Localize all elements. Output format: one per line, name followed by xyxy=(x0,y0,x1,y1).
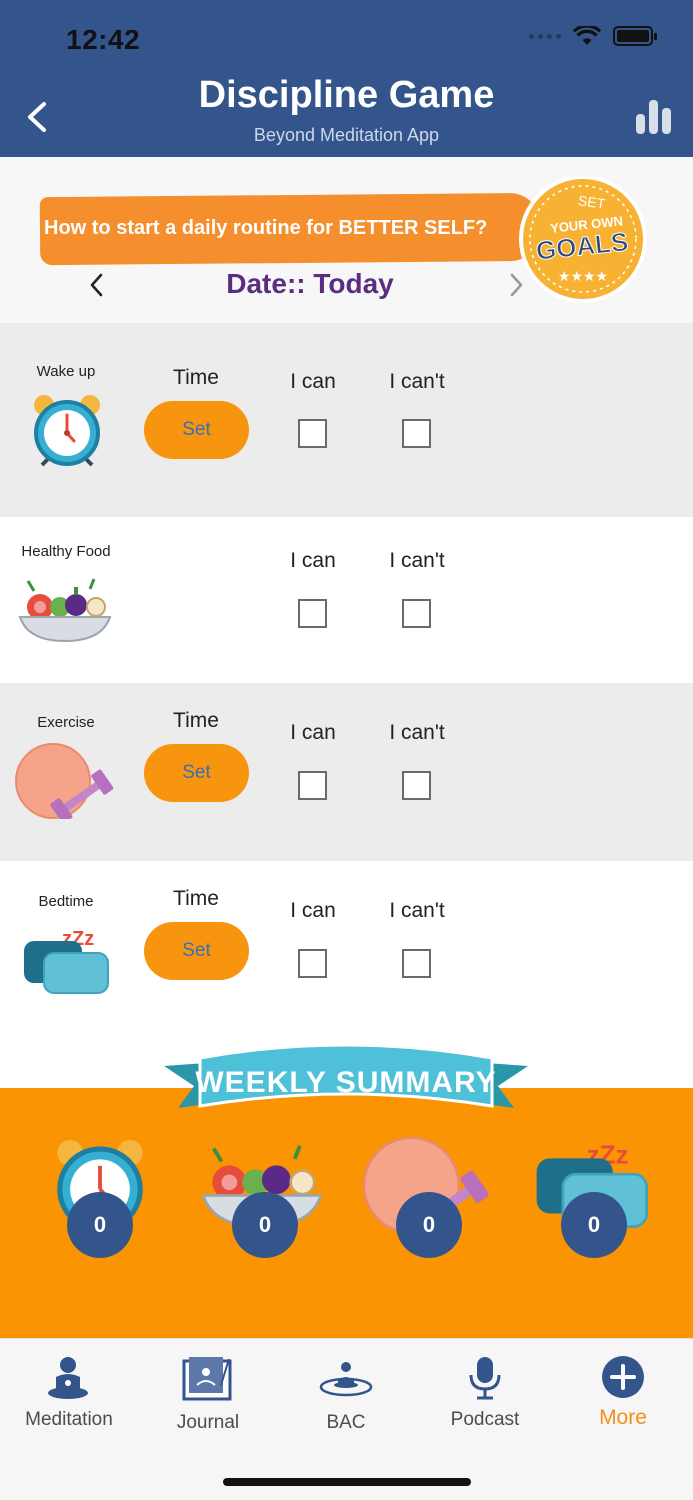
healthy-food-count: 0 xyxy=(232,1192,298,1258)
activity-row-bedtime: Bedtime zZz Time Set I can I can't xyxy=(0,861,693,1040)
i-cant-header: I can't xyxy=(389,549,445,572)
set-goals-badge[interactable]: SET YOUR OWN GOALS ★★★★ xyxy=(517,177,651,305)
journal-icon xyxy=(182,1357,232,1401)
time-header: Time xyxy=(173,887,219,910)
i-cant-checkbox[interactable] xyxy=(402,599,431,628)
tab-label: Podcast xyxy=(450,1409,520,1430)
time-header: Time xyxy=(173,366,219,389)
activity-title: Wake up xyxy=(36,363,96,380)
i-cant-checkbox[interactable] xyxy=(402,771,431,800)
app-header: 12:42 Discipline Game Beyond Meditation … xyxy=(0,0,693,157)
status-icons xyxy=(529,26,657,46)
page-subtitle: Beyond Meditation App xyxy=(253,125,440,145)
pillow-sleep-icon: zZz xyxy=(24,928,109,994)
tab-label: BAC xyxy=(326,1412,366,1433)
wifi-icon xyxy=(573,26,601,45)
i-cant-header: I can't xyxy=(389,721,445,744)
i-can-header: I can xyxy=(290,370,336,393)
i-cant-checkbox[interactable] xyxy=(402,419,431,448)
badge-stars-icon: ★★★★ xyxy=(558,269,608,285)
weekly-summary-title: WEEKLY SUMMARY xyxy=(195,1066,496,1099)
i-can-checkbox[interactable] xyxy=(298,419,327,448)
set-time-button[interactable]: Set xyxy=(144,922,249,980)
dumbbell-icon xyxy=(15,743,114,819)
weekly-summary-ribbon: WEEKLY SUMMARY xyxy=(164,1043,528,1108)
activity-title: Exercise xyxy=(37,714,95,731)
wake-up-count: 0 xyxy=(67,1192,133,1258)
tab-podcast[interactable]: Podcast xyxy=(416,1339,554,1439)
tab-bac[interactable]: BAC xyxy=(277,1339,415,1439)
exercise-count: 0 xyxy=(396,1192,462,1258)
home-indicator xyxy=(223,1478,471,1486)
battery-icon xyxy=(613,26,657,46)
alarm-clock-icon xyxy=(34,395,100,467)
tab-meditation[interactable]: Meditation xyxy=(0,1339,138,1439)
bac-icon xyxy=(319,1362,373,1397)
stats-button[interactable] xyxy=(636,100,672,134)
i-cant-header: I can't xyxy=(389,899,445,922)
microphone-icon xyxy=(469,1357,501,1400)
time-header: Time xyxy=(173,709,219,732)
i-can-header: I can xyxy=(290,549,336,572)
bedtime-count: 0 xyxy=(561,1192,627,1258)
food-bowl-icon xyxy=(18,578,112,643)
tab-more[interactable]: More xyxy=(554,1339,692,1439)
i-can-checkbox[interactable] xyxy=(298,949,327,978)
activity-row-exercise: Exercise Time Set I can I can't xyxy=(0,683,693,861)
i-can-header: I can xyxy=(290,899,336,922)
tab-journal[interactable]: Journal xyxy=(139,1339,277,1439)
set-time-button[interactable]: Set xyxy=(144,401,249,459)
activity-title: Bedtime xyxy=(38,893,94,910)
set-time-button[interactable]: Set xyxy=(144,744,249,802)
i-cant-checkbox[interactable] xyxy=(402,949,431,978)
i-can-checkbox[interactable] xyxy=(298,771,327,800)
status-time: 12:42 xyxy=(66,24,141,55)
tab-label: Meditation xyxy=(25,1409,113,1430)
activity-row-healthy-food: Healthy Food I can I can't xyxy=(0,517,693,683)
i-can-checkbox[interactable] xyxy=(298,599,327,628)
i-can-header: I can xyxy=(290,721,336,744)
tab-label: More xyxy=(599,1406,647,1429)
promo-text: How to start a daily routine for BETTER … xyxy=(44,217,488,239)
i-cant-header: I can't xyxy=(389,370,445,393)
plus-circle-icon xyxy=(602,1356,644,1398)
tab-label: Journal xyxy=(176,1412,240,1433)
activity-row-wake-up: Wake up Time Set I can I can't xyxy=(0,323,693,517)
meditation-icon xyxy=(48,1357,88,1399)
page-title: Discipline Game xyxy=(198,74,495,116)
signal-icon xyxy=(529,33,561,39)
bottom-tab-bar: Meditation Journal BAC Podcast More xyxy=(0,1338,693,1500)
activity-title: Healthy Food xyxy=(21,543,111,560)
